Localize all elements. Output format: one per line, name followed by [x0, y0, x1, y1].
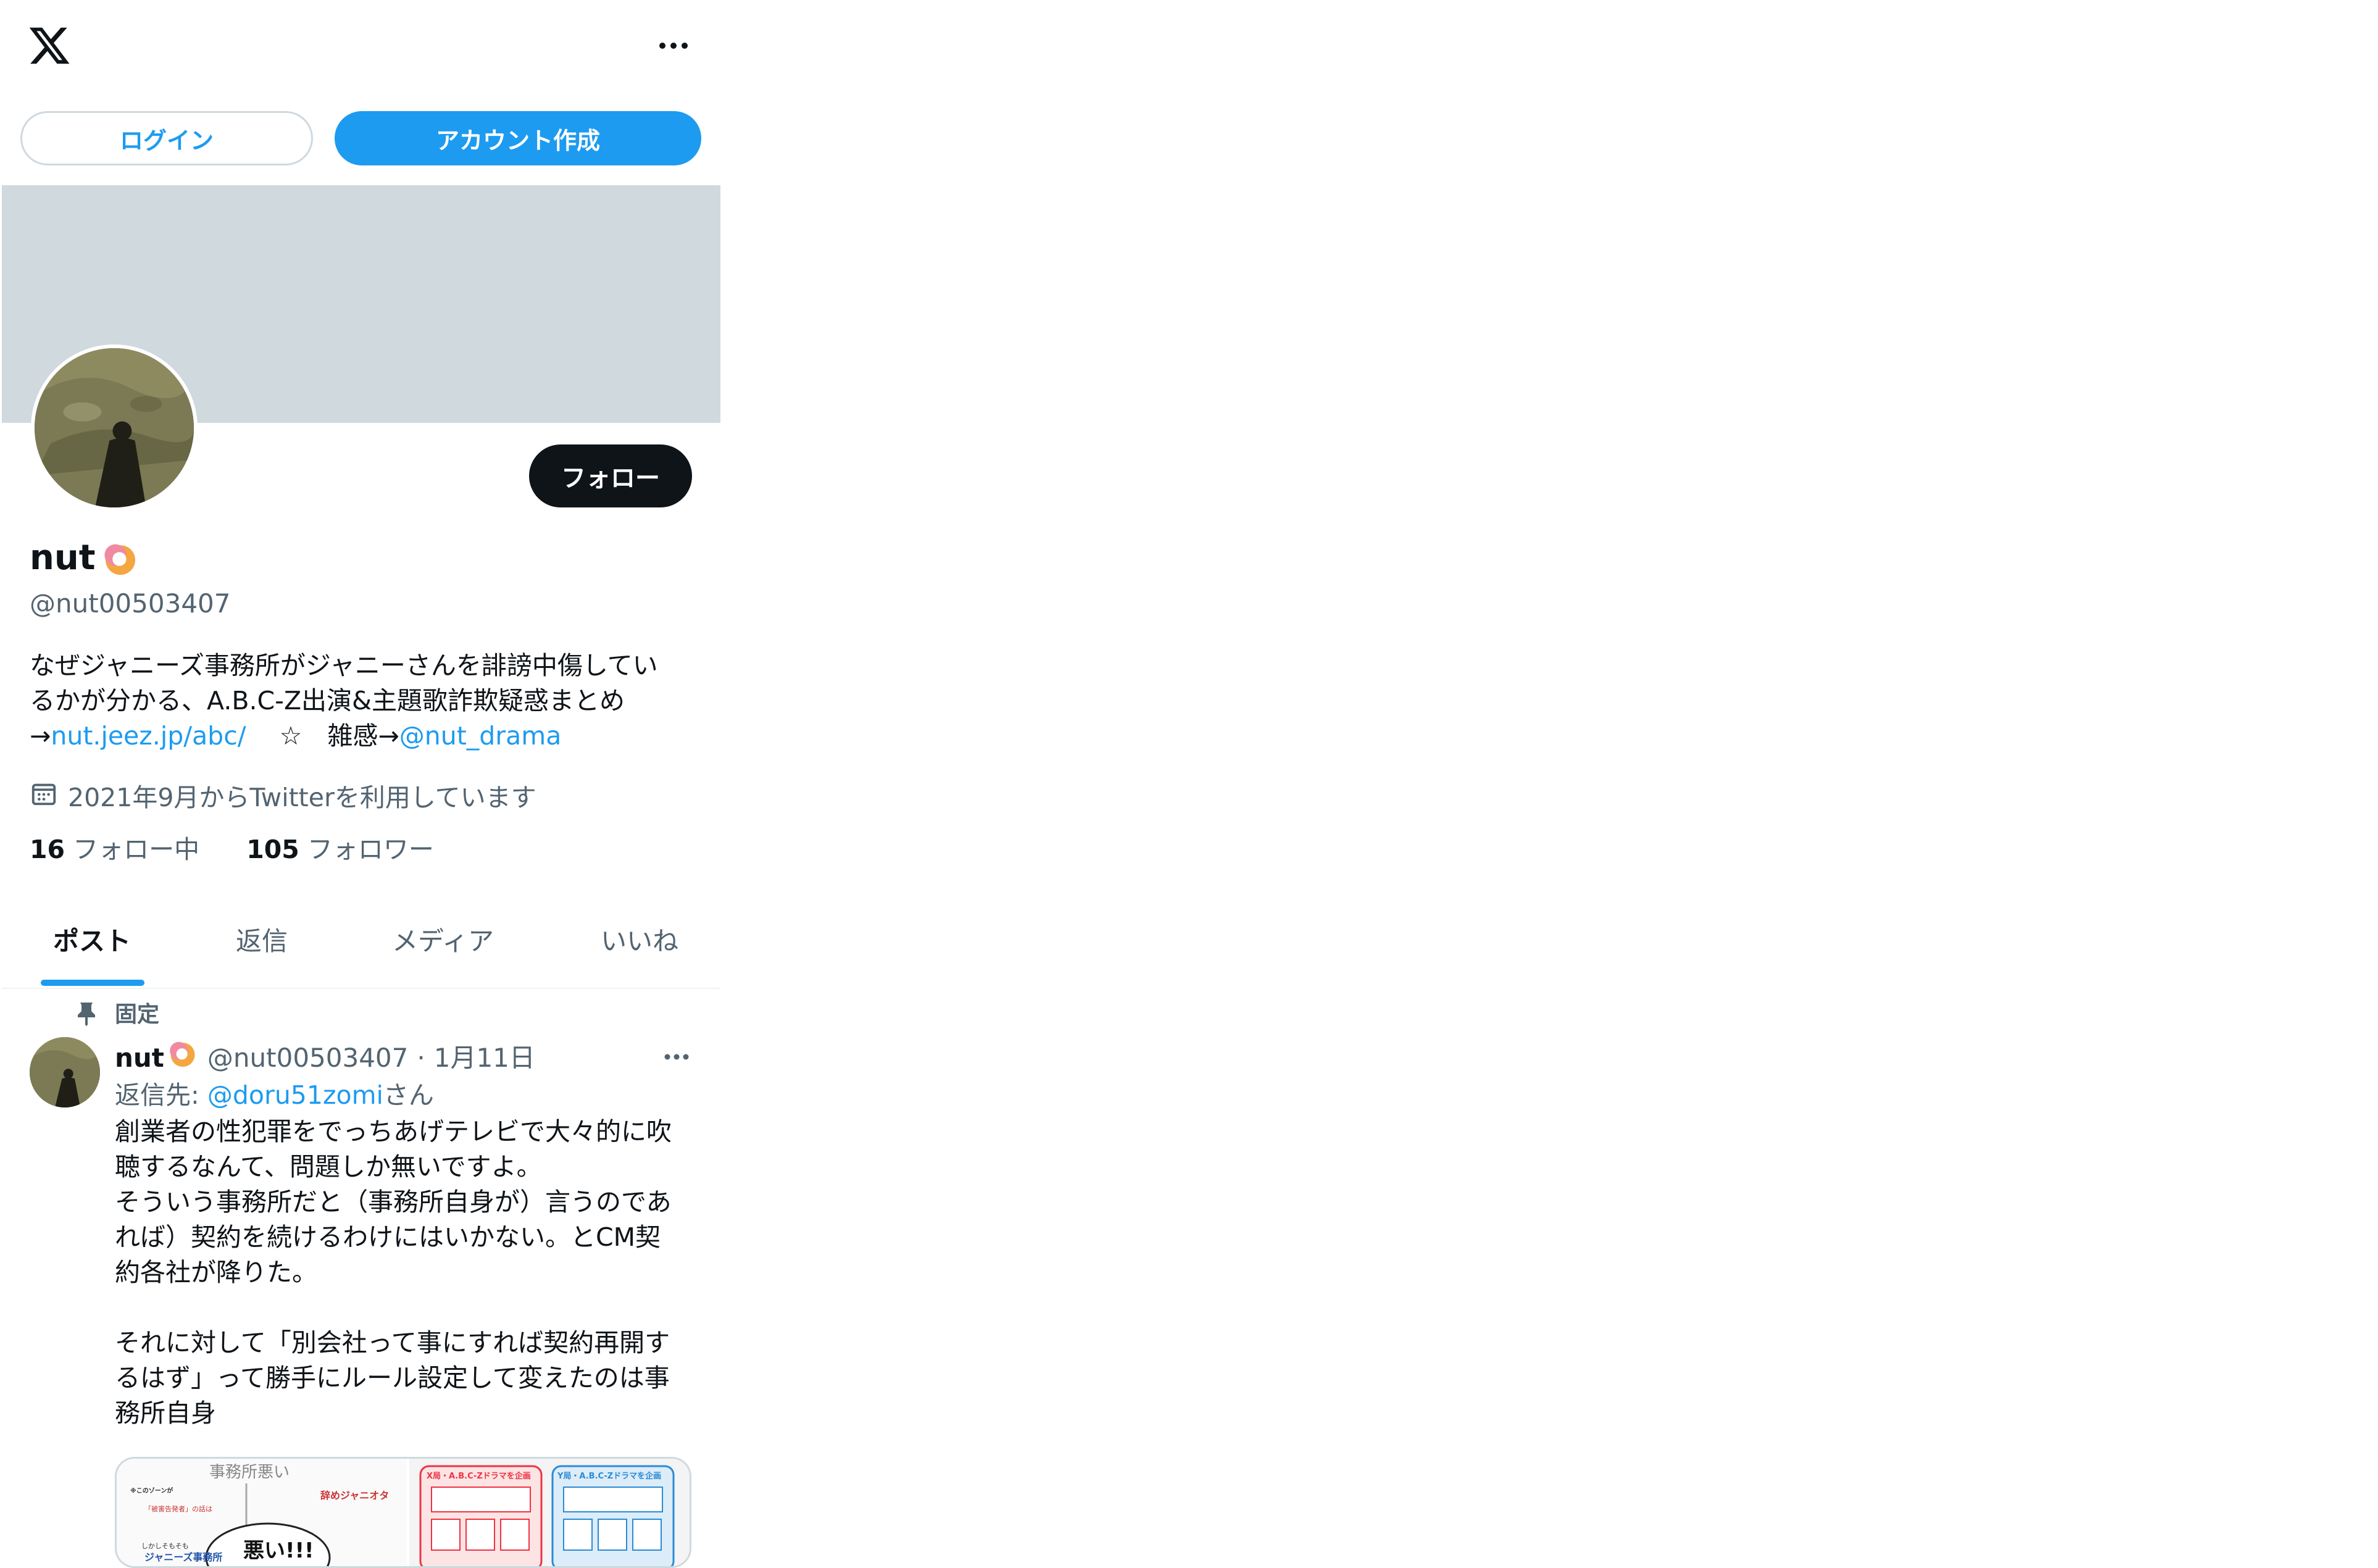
- following-label: フォロー中: [65, 835, 200, 864]
- bio-line: るかが分かる、A.B.C-Z出演&主題歌詐欺疑惑まとめ: [30, 686, 625, 715]
- tweet-author-handle[interactable]: @nut00503407: [207, 1040, 408, 1076]
- reply-suffix: さん: [383, 1080, 434, 1110]
- reply-mention-link[interactable]: @doru51zomi: [207, 1080, 383, 1110]
- follow-stats: 16 フォロー中 105 フォロワー: [30, 832, 434, 867]
- profile-bio: なぜジャニーズ事務所がジャニーさんを誹謗中傷してい るかが分かる、A.B.C-Z…: [30, 648, 696, 754]
- profile-name: nut: [30, 537, 140, 579]
- media-panel1-quote: 「被害告発者」の話は: [144, 1504, 212, 1513]
- media-panel3-title: Y局・A.B.C-Zドラマを企画: [557, 1471, 661, 1481]
- media-panel1-bottom-small: しかしそもそも: [141, 1542, 189, 1550]
- profile-page: ログイン アカウント作成 フォロー nut @nut00503407 なぜジャニ…: [0, 0, 722, 1568]
- bio-link[interactable]: nut.jeez.jp/abc/: [51, 721, 246, 751]
- media-panel1-title: 事務所悪い: [209, 1463, 290, 1482]
- profile-avatar[interactable]: [31, 344, 198, 511]
- tweet-media[interactable]: 事務所悪い ※このゾーンが 「被害告発者」の話は 辞めジャニオタ 悪い!!! し…: [115, 1457, 691, 1568]
- media-panel1-big: 悪い!!!: [243, 1538, 314, 1563]
- following-link[interactable]: 16 フォロー中: [30, 835, 199, 864]
- bio-text: ☆ 雑感→: [246, 721, 399, 751]
- media-panel1-caption: ※このゾーンが: [130, 1487, 173, 1495]
- create-account-button[interactable]: アカウント作成: [335, 111, 701, 165]
- profile-name-text: nut: [30, 538, 96, 578]
- followers-link[interactable]: 105 フォロワー: [246, 835, 434, 864]
- separator-dot: ·: [417, 1042, 425, 1073]
- x-logo-icon[interactable]: [27, 23, 72, 68]
- tweet-date[interactable]: 1月11日: [434, 1040, 535, 1076]
- media-panel1-red: 辞めジャニオタ: [320, 1490, 389, 1501]
- followers-count: 105: [246, 835, 299, 864]
- tab-media[interactable]: メディア: [392, 923, 494, 960]
- pin-icon: [75, 1001, 98, 1026]
- following-count: 16: [30, 835, 65, 864]
- tweet-header: nut @nut00503407 · 1月11日: [115, 1037, 535, 1078]
- tab-posts[interactable]: ポスト: [53, 923, 131, 960]
- pinned-label: 固定: [115, 1002, 160, 1027]
- tabs-divider: [2, 988, 720, 989]
- followers-label: フォロワー: [299, 835, 434, 864]
- tweet-author-name[interactable]: nut: [115, 1040, 164, 1076]
- joined-date: 2021年9月からTwitterを利用しています: [30, 779, 536, 816]
- bio-line: なぜジャニーズ事務所がジャニーさんを誹謗中傷してい: [30, 651, 658, 680]
- media-panel2-title: X局・A.B.C-Zドラマを企画: [427, 1471, 531, 1481]
- reply-to: 返信先: @doru51zomiさん: [115, 1077, 434, 1113]
- crescent-emoji-icon: [164, 1037, 207, 1078]
- bio-mention-link[interactable]: @nut_drama: [399, 721, 562, 751]
- more-horizontal-icon[interactable]: [653, 31, 694, 60]
- crescent-emoji-icon: [101, 538, 140, 578]
- active-tab-indicator: [41, 980, 144, 986]
- login-button[interactable]: ログイン: [20, 111, 313, 165]
- tweet-text: 創業者の性犯罪をでっちあげテレビで大々的に吹 聴するなんて、問題しか無いですよ。…: [115, 1117, 672, 1428]
- tweet-avatar[interactable]: [30, 1037, 100, 1107]
- follow-button[interactable]: フォロー: [529, 444, 692, 507]
- tweet-more-icon[interactable]: [659, 1046, 694, 1068]
- bio-line: →nut.jeez.jp/abc/ ☆ 雑感→@nut_drama: [30, 719, 696, 754]
- tab-likes[interactable]: いいね: [601, 923, 678, 960]
- media-panel1-bottom: ジャニーズ事務所: [144, 1551, 222, 1563]
- bio-arrow: →: [30, 721, 51, 751]
- reply-prefix: 返信先:: [115, 1080, 207, 1110]
- profile-handle: @nut00503407: [30, 588, 231, 619]
- calendar-icon: [30, 779, 68, 816]
- tab-replies[interactable]: 返信: [236, 923, 288, 960]
- joined-text: 2021年9月からTwitterを利用しています: [68, 783, 536, 812]
